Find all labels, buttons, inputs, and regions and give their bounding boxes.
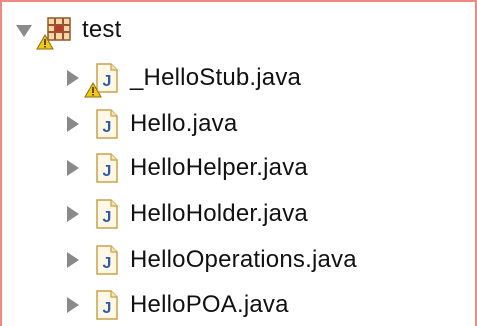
svg-text:J: J: [103, 163, 112, 180]
collapse-arrow-icon[interactable]: [14, 20, 34, 40]
svg-text:J: J: [103, 209, 112, 226]
expand-arrow-icon[interactable]: [62, 204, 82, 224]
tree-row-file[interactable]: J HelloPOA.java: [62, 285, 289, 325]
warning-icon: [84, 82, 102, 98]
java-project-icon: [36, 14, 74, 50]
expand-arrow-icon[interactable]: [62, 114, 82, 134]
svg-text:J: J: [103, 119, 112, 136]
file-name[interactable]: HelloHelper.java: [130, 154, 308, 182]
expand-arrow-icon[interactable]: [62, 250, 82, 270]
project-name[interactable]: test: [82, 16, 121, 44]
svg-text:J: J: [103, 300, 112, 317]
file-name[interactable]: HelloPOA.java: [130, 291, 289, 319]
tree-row-file[interactable]: J HelloOperations.java: [62, 240, 357, 280]
tree-row-file[interactable]: J HelloHelper.java: [62, 148, 308, 188]
java-file-icon: J: [90, 244, 122, 276]
tree-row-file[interactable]: J HelloHolder.java: [62, 194, 308, 234]
java-file-icon: J: [90, 289, 122, 321]
warning-icon: [36, 34, 54, 50]
file-name[interactable]: Hello.java: [130, 110, 237, 138]
expand-arrow-icon[interactable]: [62, 295, 82, 315]
tree-row-file[interactable]: J _HelloStub.java: [62, 58, 301, 98]
java-file-icon: J: [90, 108, 122, 140]
file-name[interactable]: HelloHolder.java: [130, 200, 308, 228]
expand-arrow-icon[interactable]: [62, 158, 82, 178]
tree-row-project[interactable]: test: [14, 10, 121, 50]
java-file-icon: J: [90, 198, 122, 230]
expand-arrow-icon[interactable]: [62, 68, 82, 88]
java-file-icon: J: [90, 152, 122, 184]
package-explorer-tree: test J _HelloStub.java J Hello.java J He…: [0, 0, 477, 326]
svg-text:J: J: [103, 73, 112, 90]
file-name[interactable]: _HelloStub.java: [130, 64, 301, 92]
tree-row-file[interactable]: J Hello.java: [62, 104, 237, 144]
file-name[interactable]: HelloOperations.java: [130, 246, 357, 274]
svg-text:J: J: [103, 255, 112, 272]
java-file-icon: J: [84, 62, 122, 98]
